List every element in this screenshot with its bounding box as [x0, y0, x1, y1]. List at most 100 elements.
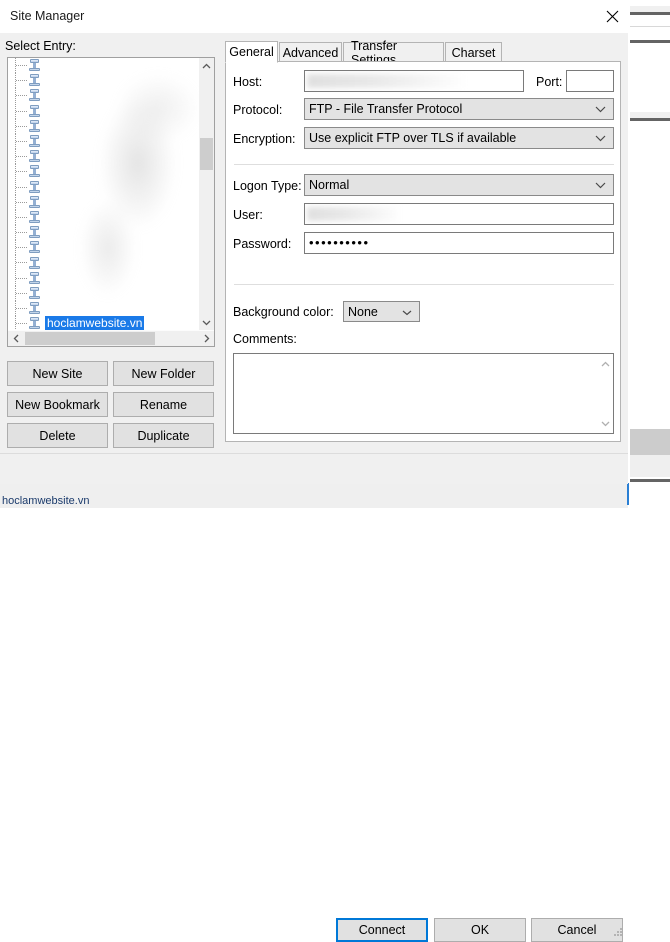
new-folder-button[interactable]: New Folder [113, 361, 214, 386]
host-input[interactable] [304, 70, 524, 92]
bg-clipped-label: hoclamwebsite.vn [2, 496, 89, 505]
tree-vscroll-thumb[interactable] [200, 138, 213, 170]
tree-guide-elbow [16, 308, 27, 309]
ok-button[interactable]: OK [434, 918, 526, 942]
tree-item[interactable] [8, 180, 199, 195]
protocol-value: FTP - File Transfer Protocol [309, 102, 462, 116]
tree-item[interactable] [8, 134, 199, 149]
server-icon [29, 272, 40, 285]
general-tab-panel: Host: Port: Protocol: FTP - File Transfe… [225, 61, 621, 442]
rename-button[interactable]: Rename [113, 392, 214, 417]
host-redaction [307, 74, 467, 88]
encryption-select[interactable]: Use explicit FTP over TLS if available [304, 127, 614, 149]
server-icon [29, 59, 40, 72]
password-input[interactable]: •••••••••• [304, 232, 614, 254]
tree-vertical-scrollbar[interactable] [199, 58, 214, 330]
tree-item[interactable] [8, 195, 199, 210]
bg-list-header [630, 429, 670, 455]
tree-item-label: hoclamwebsite.vn [45, 316, 144, 330]
cancel-button[interactable]: Cancel [531, 918, 623, 942]
tree-item[interactable] [8, 301, 199, 316]
bg-divider [630, 40, 670, 43]
tree-item[interactable] [8, 88, 199, 103]
delete-button[interactable]: Delete [7, 423, 108, 448]
footer-divider [0, 453, 628, 454]
tree-item[interactable] [8, 73, 199, 88]
server-icon [29, 257, 40, 270]
comments-textarea[interactable] [233, 353, 614, 434]
tab-charset[interactable]: Charset [445, 42, 502, 63]
comments-scrollbar[interactable] [598, 354, 613, 433]
protocol-select[interactable]: FTP - File Transfer Protocol [304, 98, 614, 120]
duplicate-button[interactable]: Duplicate [113, 423, 214, 448]
port-label: Port: [536, 75, 562, 89]
logon-type-value: Normal [309, 178, 349, 192]
chevron-down-icon[interactable] [598, 416, 613, 431]
tree-item-label [45, 240, 48, 255]
user-label: User: [233, 208, 263, 222]
chevron-down-icon [595, 178, 606, 192]
resize-grip[interactable] [614, 928, 624, 938]
tree-guide-elbow [16, 156, 27, 157]
tree-guide-elbow [16, 278, 27, 279]
tree-item-label [45, 180, 48, 195]
tree-item[interactable] [8, 240, 199, 255]
server-icon [29, 89, 40, 102]
server-icon [29, 317, 40, 330]
tree-item-label [45, 256, 48, 271]
background-color-select[interactable]: None [343, 301, 420, 322]
tree-horizontal-scrollbar[interactable] [8, 331, 214, 346]
tree-item[interactable] [8, 104, 199, 119]
chevron-down-icon[interactable] [199, 315, 214, 330]
tree-item-label [45, 210, 48, 225]
tree-hscroll-thumb[interactable] [25, 332, 155, 345]
tree-item[interactable] [8, 149, 199, 164]
tree-item[interactable] [8, 119, 199, 134]
bg-accent-bar [627, 483, 629, 505]
chevron-up-icon[interactable] [598, 356, 613, 371]
server-icon [29, 150, 40, 163]
chevron-down-icon [595, 102, 606, 116]
new-site-button[interactable]: New Site [7, 361, 108, 386]
server-icon [29, 74, 40, 87]
bg-status-bar [0, 483, 628, 508]
connect-button[interactable]: Connect [336, 918, 428, 942]
site-manager-dialog: Site Manager Select Entry: hoclamwebsite… [0, 0, 628, 484]
dialog-titlebar: Site Manager [0, 0, 628, 33]
site-tree[interactable]: hoclamwebsite.vn [7, 57, 215, 347]
chevron-right-icon[interactable] [199, 331, 214, 346]
server-icon [29, 196, 40, 209]
chevron-left-icon[interactable] [8, 331, 23, 346]
tab-advanced[interactable]: Advanced [279, 42, 342, 63]
tree-item[interactable] [8, 255, 199, 270]
tree-guide-elbow [16, 293, 27, 294]
tree-item[interactable] [8, 210, 199, 225]
tree-item[interactable]: hoclamwebsite.vn [8, 316, 199, 330]
server-icon [29, 105, 40, 118]
chevron-down-icon [402, 305, 412, 319]
tab-transfer-settings[interactable]: Transfer Settings [343, 42, 444, 63]
chevron-up-icon[interactable] [199, 58, 214, 73]
tree-guide-elbow [16, 232, 27, 233]
tree-item[interactable] [8, 271, 199, 286]
protocol-label: Protocol: [233, 103, 282, 117]
encryption-label: Encryption: [233, 132, 296, 146]
logon-type-select[interactable]: Normal [304, 174, 614, 196]
tree-guide-elbow [16, 202, 27, 203]
server-icon [29, 226, 40, 239]
tree-item-label [45, 134, 48, 149]
dialog-title: Site Manager [10, 9, 84, 23]
close-icon[interactable] [598, 2, 627, 31]
port-input[interactable] [566, 70, 614, 92]
tree-item[interactable] [8, 164, 199, 179]
new-bookmark-button[interactable]: New Bookmark [7, 392, 108, 417]
bg-list-row [630, 455, 670, 477]
site-tree-rows[interactable]: hoclamwebsite.vn [8, 58, 199, 330]
user-input[interactable] [304, 203, 614, 225]
tree-item[interactable] [8, 58, 199, 73]
tree-item[interactable] [8, 286, 199, 301]
tree-item[interactable] [8, 225, 199, 240]
tree-item-label [45, 149, 48, 164]
tree-item-label [45, 58, 48, 73]
tab-general[interactable]: General [225, 41, 278, 63]
